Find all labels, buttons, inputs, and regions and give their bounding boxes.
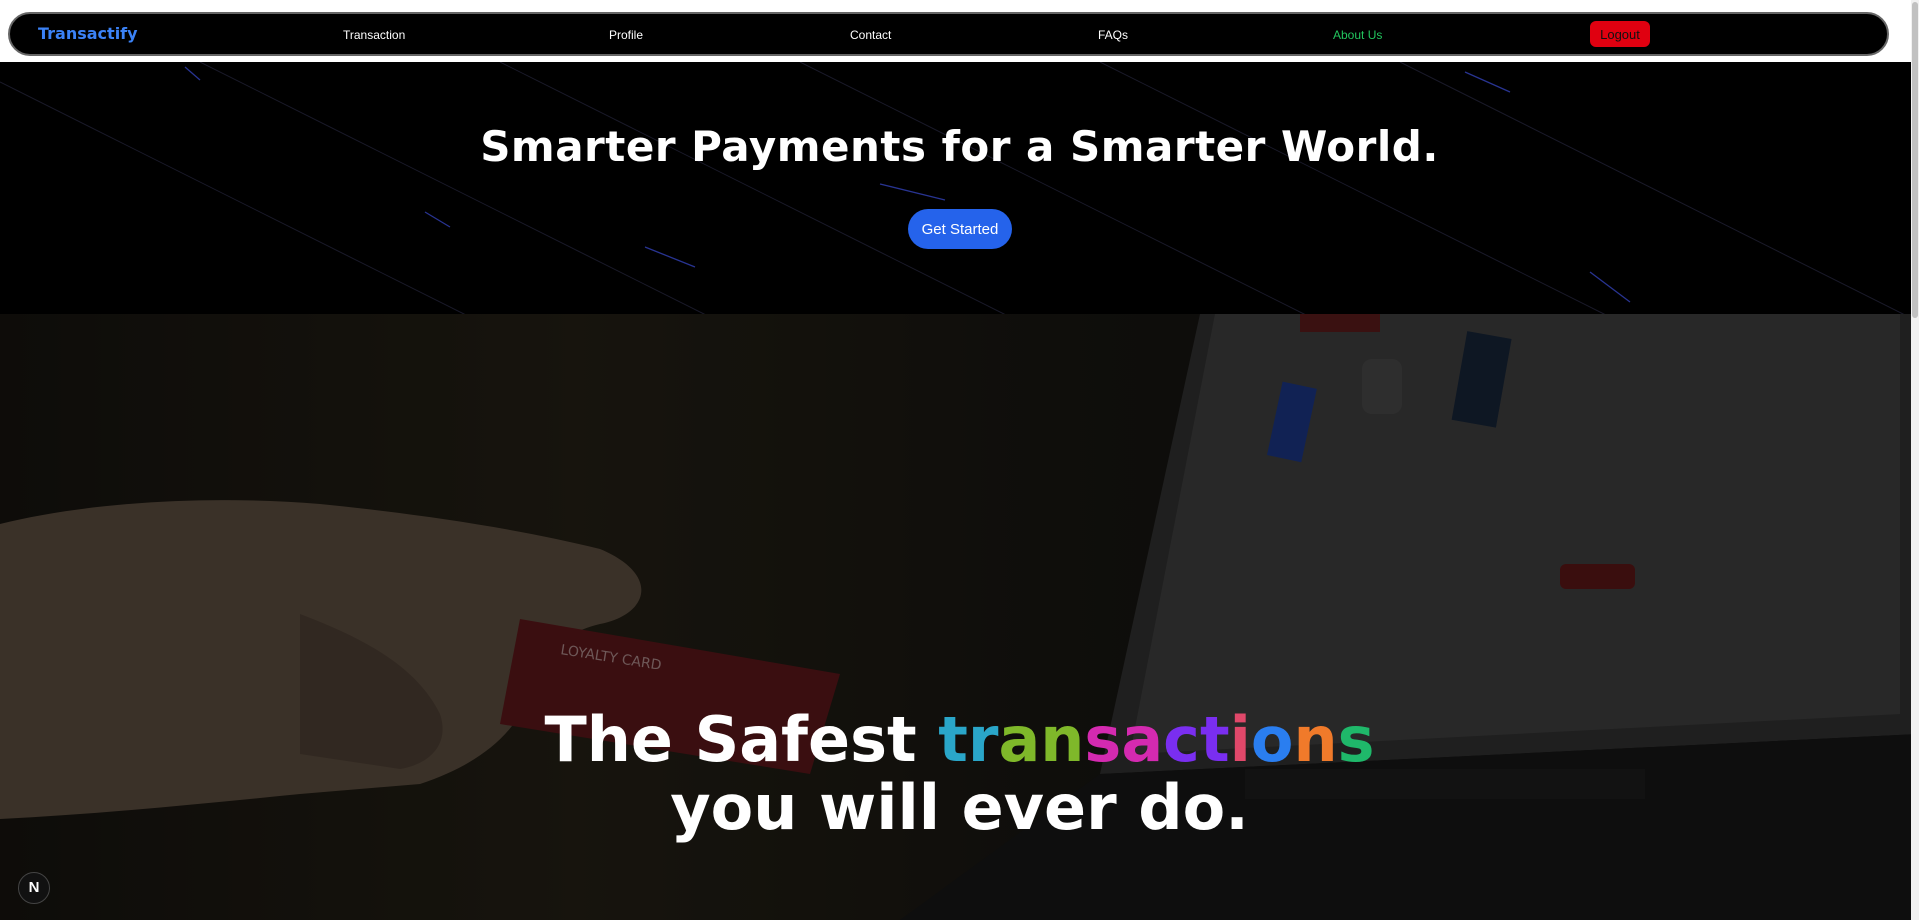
hero-section: Smarter Payments for a Smarter World. Ge… — [0, 62, 1919, 314]
nav-link-transaction[interactable]: Transaction — [343, 28, 405, 42]
rainbow-letter: o — [1250, 703, 1294, 776]
rainbow-letter: s — [1084, 703, 1122, 776]
brand-logo[interactable]: Transactify — [38, 24, 138, 43]
get-started-button[interactable]: Get Started — [908, 209, 1012, 249]
rainbow-letter: c — [1163, 703, 1200, 776]
rainbow-letter: n — [1293, 703, 1338, 776]
scrollbar[interactable] — [1911, 0, 1919, 920]
hero-title: Smarter Payments for a Smarter World. — [480, 122, 1439, 171]
nav-link-contact[interactable]: Contact — [850, 28, 891, 42]
rainbow-letter: t — [938, 703, 968, 776]
nextjs-badge[interactable]: N — [18, 872, 50, 904]
scrollbar-thumb[interactable] — [1912, 2, 1918, 318]
headline-rainbow-word: transactions — [938, 703, 1374, 776]
rainbow-letter: t — [1199, 703, 1230, 776]
navbar: Transactify Transaction Profile Contact … — [8, 12, 1889, 56]
logout-button[interactable]: Logout — [1590, 21, 1650, 47]
rainbow-letter: i — [1229, 703, 1251, 776]
nav-link-faqs[interactable]: FAQs — [1098, 28, 1128, 42]
rainbow-letter: a — [998, 703, 1041, 776]
rainbow-letter: r — [967, 703, 999, 776]
headline: The Safest transactions you will ever do… — [0, 706, 1919, 842]
hero-photo-section: LOYALTY CARD The Safest transactions you… — [0, 314, 1919, 920]
headline-prefix: The Safest — [544, 703, 939, 776]
navbar-background: Transactify Transaction Profile Contact … — [0, 0, 1919, 62]
nav-link-profile[interactable]: Profile — [609, 28, 643, 42]
rainbow-letter: a — [1121, 703, 1164, 776]
rainbow-letter: s — [1337, 703, 1375, 776]
headline-line2: you will ever do. — [670, 771, 1249, 844]
rainbow-letter: n — [1040, 703, 1085, 776]
hero-background-lines — [0, 62, 1905, 314]
nav-link-about-us[interactable]: About Us — [1333, 28, 1382, 42]
